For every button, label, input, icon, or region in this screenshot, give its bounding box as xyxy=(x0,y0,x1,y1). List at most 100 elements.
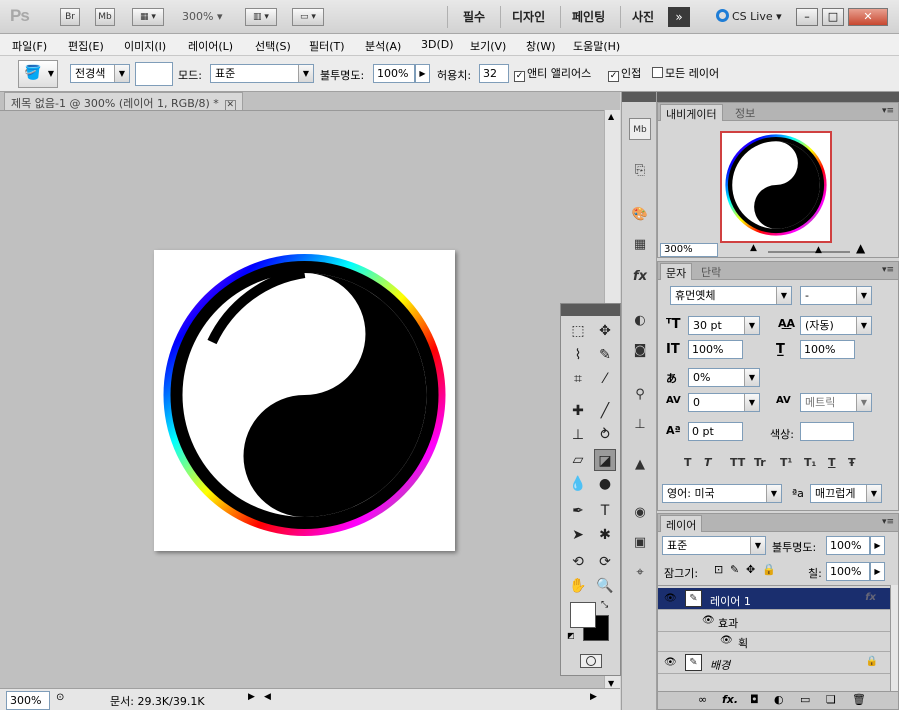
minimize-button[interactable]: – xyxy=(796,8,818,26)
cs-live-menu[interactable]: CS Live ▾ xyxy=(716,9,782,23)
language-dropdown[interactable]: 영어: 미국 ▼ xyxy=(662,484,782,503)
workspace-painting[interactable]: 페인팅 xyxy=(572,8,605,25)
masks-icon[interactable]: ◙ xyxy=(629,340,651,362)
lock-pixels-icon[interactable]: ✎ xyxy=(730,563,739,576)
swap-colors-icon[interactable]: ⤡ xyxy=(601,600,608,610)
visibility-eye-icon[interactable]: 👁 xyxy=(664,657,677,668)
default-colors-icon[interactable]: ◩ xyxy=(567,631,575,640)
tool-presets-icon[interactable]: ▲ xyxy=(629,454,651,476)
document-tab[interactable]: 제목 없음-1 @ 300% (레이어 1, RGB/8) * ✕ xyxy=(4,92,243,111)
zoom-in-icon[interactable]: ▲ xyxy=(856,241,865,255)
delete-layer-icon[interactable]: 🗑 xyxy=(852,693,866,706)
layer-row[interactable]: 👁 ✎ 레이어 1 fx xyxy=(658,588,890,610)
mode-dropdown[interactable]: 표준 ▼ xyxy=(210,64,314,83)
layer-fill-input[interactable]: 100% xyxy=(826,562,870,581)
color-palette-icon[interactable]: 🎨 xyxy=(629,204,651,226)
history-icon[interactable]: ⎘ xyxy=(629,160,651,182)
font-size-dropdown[interactable]: 30 pt ▼ xyxy=(688,316,760,335)
3d-orbit-tool-icon[interactable]: ⟳ xyxy=(594,551,616,573)
tab-character[interactable]: 문자 xyxy=(660,263,693,280)
strikethrough-button[interactable]: Ŧ xyxy=(848,456,856,469)
all-layers-checkbox[interactable]: 모든 레이어 xyxy=(652,65,719,81)
menu-help[interactable]: 도움말(H) xyxy=(573,38,620,54)
tracking-dropdown[interactable]: 메트릭 ▼ xyxy=(800,393,872,412)
mini-bridge-button[interactable]: Mb xyxy=(95,8,115,26)
all-caps-button[interactable]: TT xyxy=(730,456,745,469)
styles-fx-icon[interactable]: fx xyxy=(629,266,651,288)
channels-icon[interactable]: ▣ xyxy=(629,532,651,554)
brush-presets-icon[interactable]: ⚲ xyxy=(629,384,651,406)
hand-tool-icon[interactable]: ✋ xyxy=(567,575,589,597)
crop-tool-icon[interactable]: ⌗ xyxy=(567,368,589,390)
new-group-icon[interactable]: ▭ xyxy=(800,693,810,706)
faux-bold-button[interactable]: T xyxy=(684,456,692,469)
horizontal-scale-input[interactable]: 100% xyxy=(800,340,855,359)
new-adjustment-icon[interactable]: ◐ xyxy=(774,693,784,706)
3d-rotate-tool-icon[interactable]: ⟲ xyxy=(567,551,589,573)
type-tool-icon[interactable]: T xyxy=(594,500,616,522)
close-button[interactable]: ✕ xyxy=(848,8,888,26)
add-mask-icon[interactable]: ◘ xyxy=(750,693,759,706)
view-extras-button[interactable]: ▦ ▾ xyxy=(132,8,164,26)
layer-row[interactable]: 👁 획 xyxy=(658,630,890,652)
quick-select-tool-icon[interactable]: ✎ xyxy=(594,344,616,366)
path-select-tool-icon[interactable]: ➤ xyxy=(567,524,589,546)
menu-layer[interactable]: 레이어(L) xyxy=(188,38,233,54)
blur-tool-icon[interactable]: 💧 xyxy=(567,473,589,495)
font-style-dropdown[interactable]: - ▼ xyxy=(800,286,872,305)
paint-bucket-tool-icon[interactable]: ◪ xyxy=(594,449,616,471)
fill-source-dropdown[interactable]: 전경색 ▼ xyxy=(70,64,130,83)
navigator-zoom-input[interactable]: 300% xyxy=(660,243,718,257)
3d-panel-icon[interactable]: ◉ xyxy=(629,502,651,524)
dock-header[interactable] xyxy=(622,92,656,102)
opacity-slider-button[interactable]: ▶ xyxy=(415,64,430,83)
opacity-input[interactable]: 100% xyxy=(373,64,415,83)
workspace-photography[interactable]: 사진 xyxy=(632,8,654,25)
paths-icon[interactable]: ⌖ xyxy=(629,562,651,584)
healing-brush-tool-icon[interactable]: ✚ xyxy=(567,400,589,422)
menu-edit[interactable]: 편집(E) xyxy=(68,38,104,54)
panel-menu-icon[interactable]: ▾≡ xyxy=(882,517,894,527)
image-canvas[interactable] xyxy=(154,250,455,551)
menu-filter[interactable]: 필터(T) xyxy=(309,38,345,54)
pattern-picker[interactable] xyxy=(135,62,173,86)
lasso-tool-icon[interactable]: ⌇ xyxy=(567,344,589,366)
underline-button[interactable]: T xyxy=(828,456,836,469)
zoom-input[interactable]: 300% xyxy=(6,691,50,710)
menu-file[interactable]: 파일(F) xyxy=(12,38,47,54)
layers-scrollbar[interactable] xyxy=(890,585,898,693)
eraser-tool-icon[interactable]: ▱ xyxy=(567,449,589,471)
menu-view[interactable]: 보기(V) xyxy=(470,38,506,54)
lock-transparency-icon[interactable]: ⊡ xyxy=(714,563,723,576)
panel-menu-icon[interactable]: ▾≡ xyxy=(882,106,894,116)
zoom-out-icon[interactable]: ▲ xyxy=(750,243,757,253)
add-style-icon[interactable]: fx. xyxy=(722,693,738,706)
quick-mask-button[interactable] xyxy=(580,654,602,668)
clone-stamp-tool-icon[interactable]: ⊥ xyxy=(567,424,589,446)
lock-position-icon[interactable]: ✥ xyxy=(746,563,755,576)
layer-row[interactable]: 👁 효과 xyxy=(658,610,890,632)
tools-panel-header[interactable] xyxy=(561,304,620,316)
status-menu-icon[interactable]: ⊙ xyxy=(56,692,64,703)
lock-all-icon[interactable]: 🔒 xyxy=(762,563,776,576)
small-caps-button[interactable]: Tr xyxy=(754,456,766,469)
faux-italic-button[interactable]: T xyxy=(704,456,712,469)
scroll-left-icon[interactable]: ◀ xyxy=(264,692,271,702)
navigator-preview[interactable] xyxy=(720,131,832,243)
menu-analysis[interactable]: 분석(A) xyxy=(365,38,401,54)
swatches-icon[interactable]: ▦ xyxy=(629,234,651,256)
mini-bridge-icon[interactable]: Mb xyxy=(629,118,651,140)
zoom-level-dropdown[interactable]: 300% ▾ xyxy=(182,10,222,23)
panel-collapse-strip[interactable] xyxy=(657,92,899,102)
workspace-design[interactable]: 디자인 xyxy=(512,8,545,25)
subscript-button[interactable]: T₁ xyxy=(804,456,816,469)
superscript-button[interactable]: T¹ xyxy=(780,456,792,469)
pen-tool-icon[interactable]: ✒ xyxy=(567,500,589,522)
tool-preset-picker[interactable]: 🪣 ▼ xyxy=(18,60,58,88)
blend-mode-dropdown[interactable]: 표준 ▼ xyxy=(662,536,766,555)
tsume-dropdown[interactable]: 0% ▼ xyxy=(688,368,760,387)
tab-info[interactable]: 정보 xyxy=(730,104,760,121)
text-antialias-dropdown[interactable]: 매끄럽게 ▼ xyxy=(810,484,882,503)
bridge-button[interactable]: Br xyxy=(60,8,80,26)
menu-window[interactable]: 창(W) xyxy=(526,38,556,54)
